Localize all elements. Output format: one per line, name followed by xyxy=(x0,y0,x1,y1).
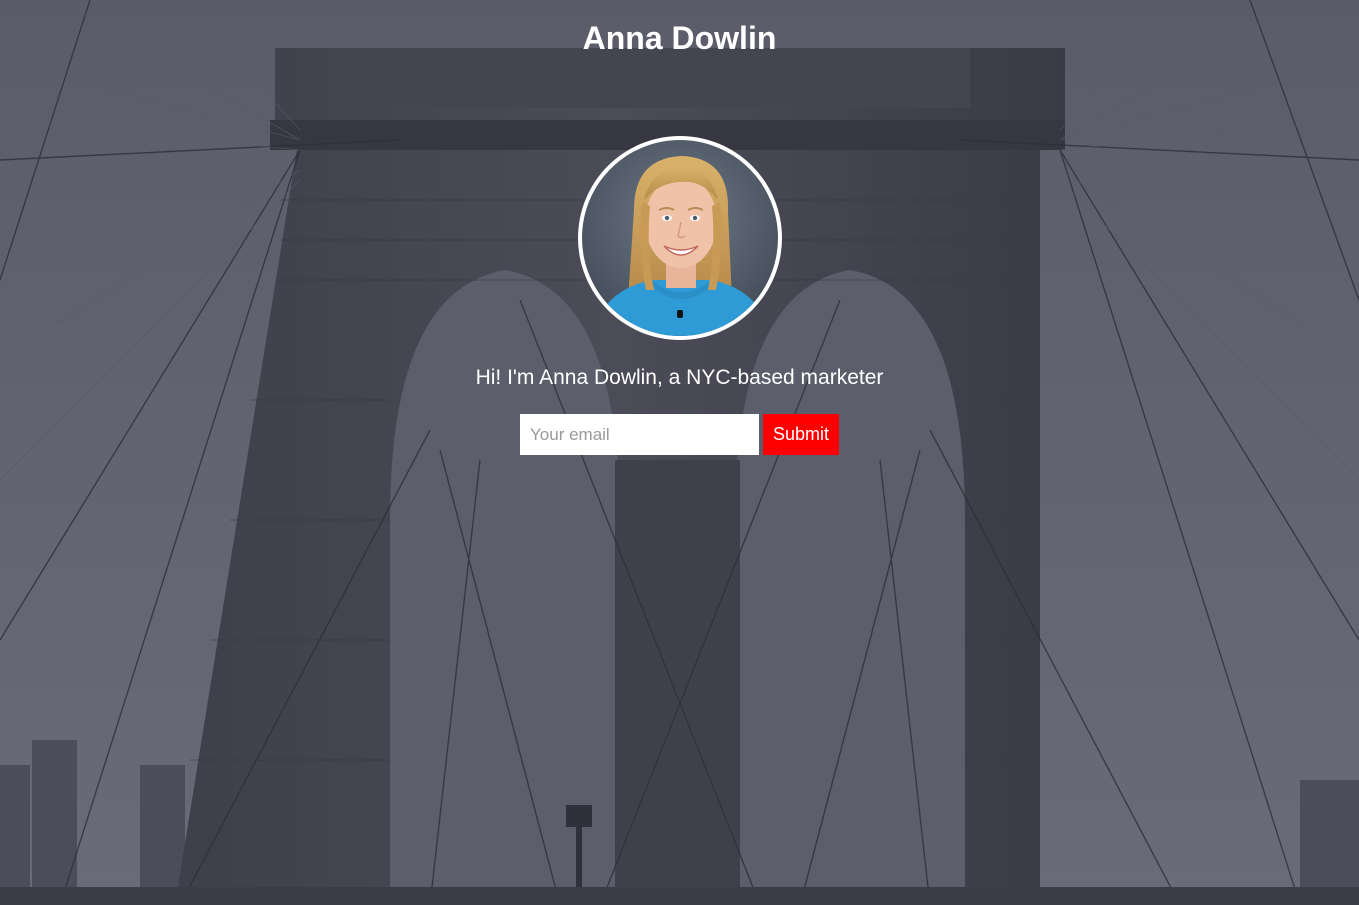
submit-button[interactable]: Submit xyxy=(763,414,839,455)
page-title: Anna Dowlin xyxy=(582,20,777,56)
tagline: Hi! I'm Anna Dowlin, a NYC-based markete… xyxy=(475,366,884,389)
signup-form: Submit xyxy=(520,414,840,455)
email-field[interactable] xyxy=(520,414,759,455)
bottom-strip xyxy=(0,887,1359,905)
page-background: Anna Dowlin Hi! I'm Anna Dowlin, a NYC-b… xyxy=(0,0,1359,905)
avatar-ring xyxy=(578,136,782,340)
portrait-photo-icon xyxy=(582,140,778,336)
avatar xyxy=(582,140,778,336)
